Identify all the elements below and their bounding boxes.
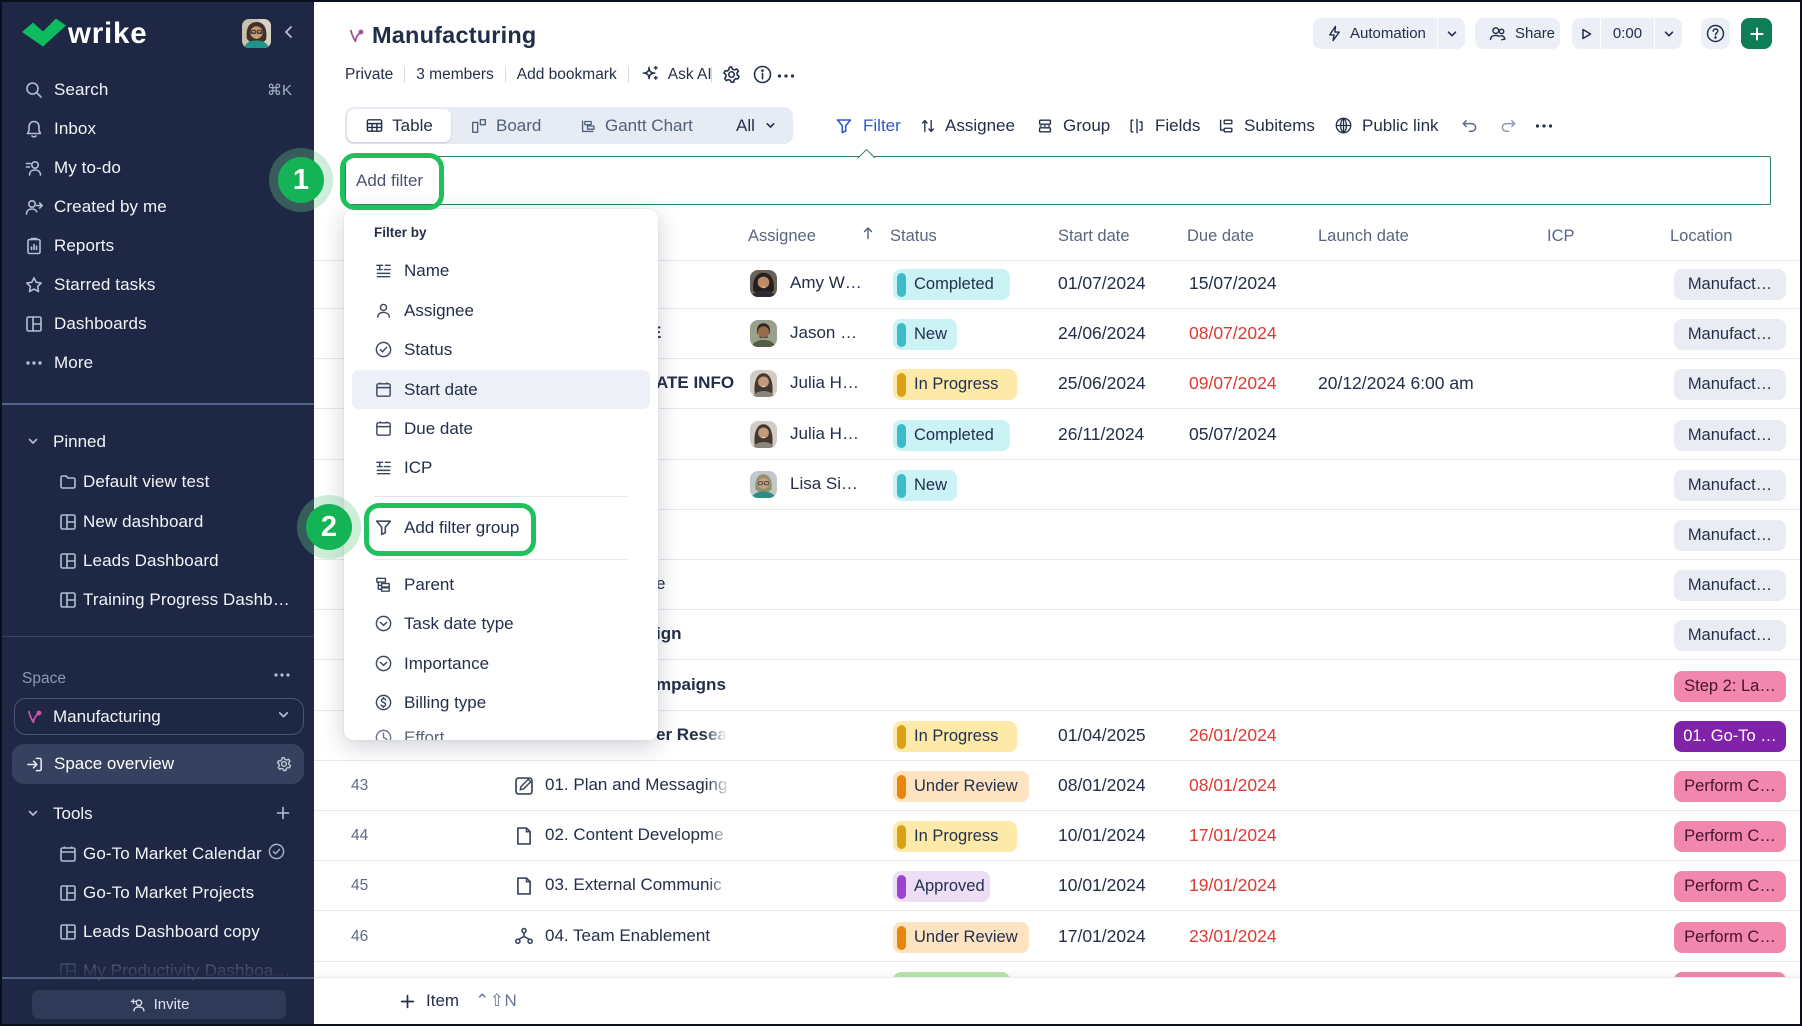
svg-text:wrike: wrike bbox=[67, 17, 147, 50]
